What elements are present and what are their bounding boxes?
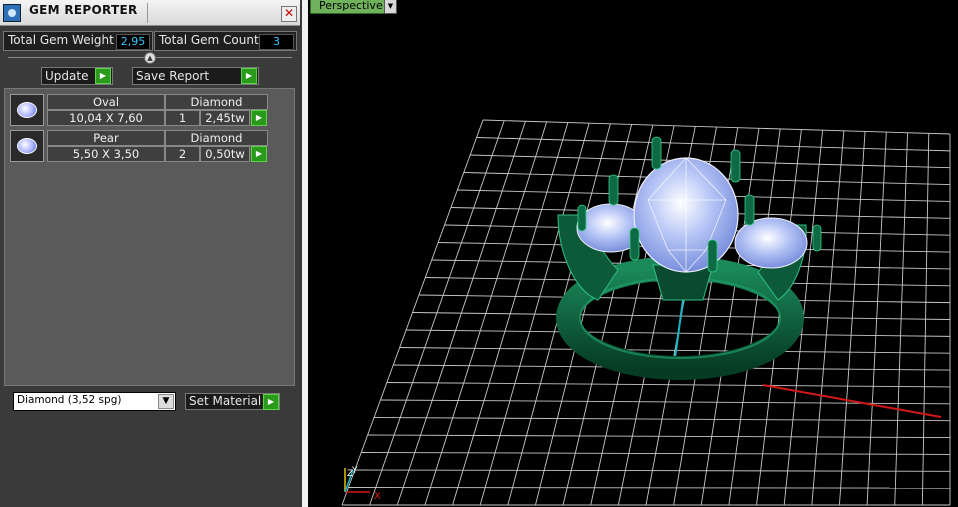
prong <box>744 194 755 226</box>
gem-size: 5,50 X 3,50 <box>47 146 165 162</box>
chevron-down-icon[interactable]: ▼ <box>158 394 174 409</box>
prong <box>651 136 662 170</box>
prong <box>629 227 640 261</box>
axis-x-label: X <box>374 491 381 502</box>
gem-material: Diamond <box>165 94 268 110</box>
total-gem-count-box: Total Gem Count 3 <box>154 31 297 51</box>
update-button[interactable]: Update ▶ <box>41 67 113 85</box>
prong <box>577 204 587 232</box>
view-mode-label[interactable]: Perspective <box>310 0 392 14</box>
gem-row[interactable]: Oval Diamond 10,04 X 7,60 1 2,45tw ▶ <box>10 94 268 126</box>
gem-count: 1 <box>165 110 200 126</box>
save-report-button-label: Save Report <box>136 69 210 83</box>
gem-thumbnail-shape <box>17 138 37 154</box>
play-icon[interactable]: ▶ <box>95 68 111 84</box>
prong <box>707 239 718 273</box>
gem-shape: Pear <box>47 130 165 146</box>
material-select[interactable]: Diamond (3,52 spg) ▼ <box>13 392 176 411</box>
grid-line <box>348 487 951 489</box>
total-gem-count-label: Total Gem Count <box>159 33 259 47</box>
pear-gem-icon <box>10 130 44 162</box>
axis-y-label: Y <box>351 466 358 476</box>
material-select-value: Diamond (3,52 spg) <box>17 394 122 406</box>
update-button-label: Update <box>45 69 89 83</box>
save-report-button[interactable]: Save Report ▶ <box>132 67 259 85</box>
gem-thumbnail-shape <box>17 102 37 118</box>
close-button[interactable]: ✕ <box>281 6 297 22</box>
play-icon[interactable]: ▶ <box>251 110 267 126</box>
total-gem-count-value: 3 <box>259 34 294 50</box>
gem-weight: 0,50tw <box>200 146 250 162</box>
chevron-down-icon[interactable]: ▼ <box>384 0 397 14</box>
total-gem-weight-box: Total Gem Weight 2,95 <box>3 31 153 51</box>
perspective-viewport[interactable]: Z Y X Perspective ▼ <box>308 0 958 507</box>
axis-gizmo: Z Y X <box>344 466 381 502</box>
oval-gem-icon <box>10 94 44 126</box>
prong <box>812 224 822 252</box>
gem-shape: Oval <box>47 94 165 110</box>
total-gem-weight-label: Total Gem Weight <box>8 33 114 47</box>
gem-size: 10,04 X 7,60 <box>47 110 165 126</box>
total-gem-weight-value: 2,95 <box>116 34 150 50</box>
set-material-button-label: Set Material <box>189 394 262 408</box>
gem-reporter-panel: GEM REPORTER ✕ Total Gem Weight 2,95 Tot… <box>0 0 302 507</box>
x-axis-line <box>762 384 942 418</box>
set-material-button[interactable]: Set Material ▶ <box>185 393 280 410</box>
gem-material: Diamond <box>165 130 268 146</box>
grid-line <box>482 119 951 135</box>
splitter-handle[interactable]: ▲ <box>144 52 156 64</box>
gem-weight: 2,45tw <box>200 110 250 126</box>
gem-reporter-icon <box>3 4 21 22</box>
viewport-scene[interactable]: Z Y X <box>308 0 958 507</box>
grid-line <box>354 469 951 472</box>
play-icon[interactable]: ▶ <box>251 146 267 162</box>
z-axis-line <box>673 299 684 366</box>
play-icon[interactable]: ▶ <box>241 68 257 84</box>
panel-title: GEM REPORTER <box>29 3 138 17</box>
prong <box>608 174 619 206</box>
gem-list: Oval Diamond 10,04 X 7,60 1 2,45tw ▶ Pea… <box>4 88 295 386</box>
prong <box>730 149 741 183</box>
panel-titlebar[interactable]: GEM REPORTER ✕ <box>0 0 300 26</box>
grid-line <box>476 137 951 152</box>
play-icon[interactable]: ▶ <box>263 394 279 410</box>
title-separator <box>147 3 148 23</box>
gem-count: 2 <box>165 146 200 162</box>
gem-row[interactable]: Pear Diamond 5,50 X 3,50 2 0,50tw ▶ <box>10 130 268 162</box>
side-pear-gem-right <box>734 217 808 269</box>
